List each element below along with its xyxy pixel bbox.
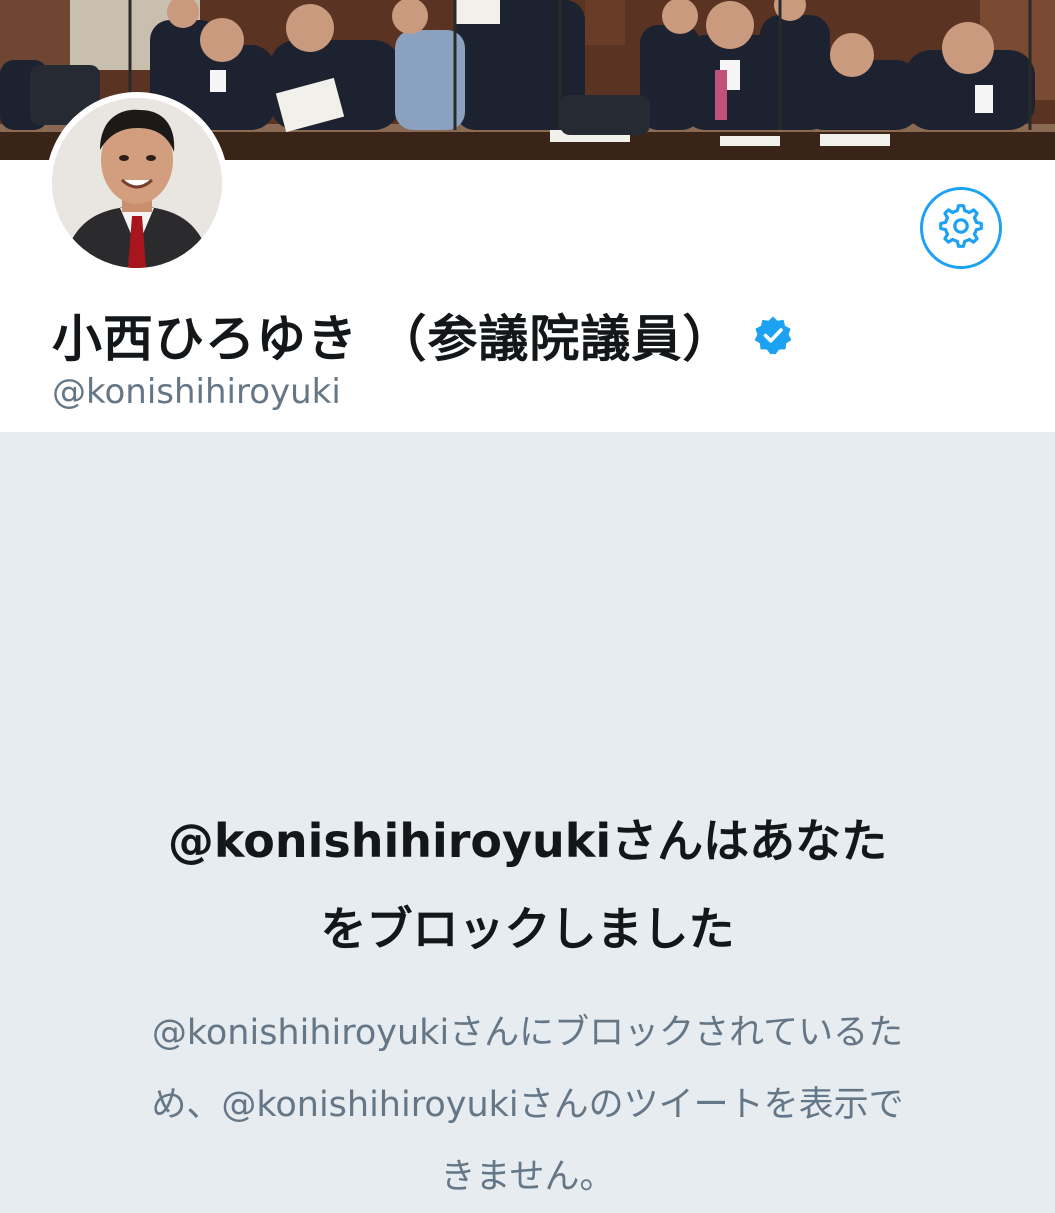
settings-button[interactable] (920, 187, 1002, 269)
gear-icon (939, 204, 983, 252)
verified-checkmark-icon (751, 313, 795, 357)
display-name: 小西ひろゆき （参議院議員） (52, 310, 734, 368)
blocked-description-line: @konishihiroyukiさんにブロックされているた (151, 1013, 904, 1053)
blocked-description-line: め、@konishihiroyukiさんのツイートを表示で (151, 1085, 904, 1125)
blocked-title-line: @konishihiroyukiさんはあなた (167, 814, 888, 868)
screen-name: @konishihiroyuki (52, 372, 341, 412)
blocked-notice: @konishihiroyukiさんはあなた をブロックしました @konish… (0, 432, 1055, 1200)
display-name-row: 小西ひろゆき （参議院議員） (52, 300, 795, 370)
blocked-title: @konishihiroyukiさんはあなた をブロックしました (90, 797, 965, 973)
blocked-description: @konishihiroyukiさんにブロックされているた め、@konishi… (90, 997, 965, 1213)
avatar-photo (52, 98, 222, 268)
blocked-title-line: をブロックしました (320, 902, 735, 956)
avatar[interactable] (46, 92, 228, 274)
blocked-description-line: きません。 (440, 1157, 615, 1197)
